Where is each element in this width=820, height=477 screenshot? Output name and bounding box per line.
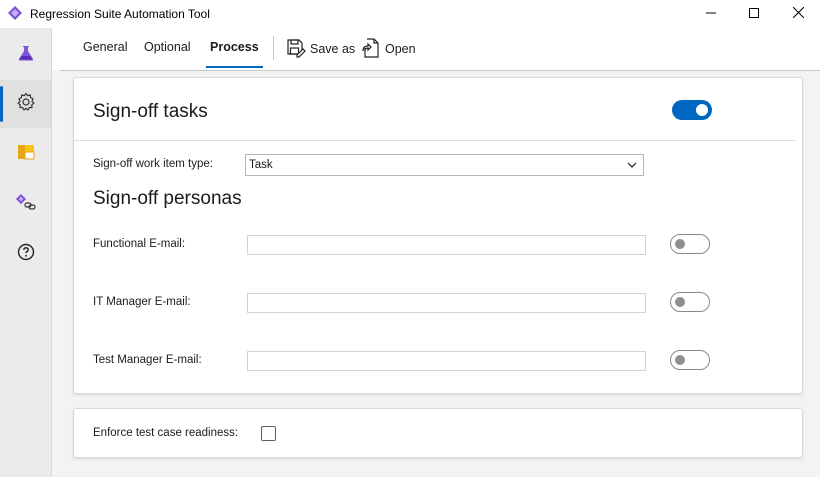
- work-item-type-value: Task: [249, 159, 273, 171]
- readiness-label: Enforce test case readiness:: [93, 427, 239, 439]
- save-as-label: Save as: [310, 42, 356, 56]
- readiness-checkbox[interactable]: [261, 426, 276, 441]
- close-icon: [792, 5, 804, 23]
- work-item-type-select[interactable]: Task: [245, 154, 644, 176]
- sidebar: [0, 28, 52, 477]
- sidebar-item-link[interactable]: [0, 180, 51, 228]
- gear-icon: [16, 92, 36, 117]
- tab-optional[interactable]: Optional: [144, 40, 191, 68]
- chevron-down-icon: [627, 160, 637, 172]
- tab-general[interactable]: General: [83, 40, 127, 68]
- toggle-knob: [675, 297, 685, 307]
- test-manager-email-label: Test Manager E-mail:: [93, 354, 202, 366]
- toggle-knob: [675, 239, 685, 249]
- personas-heading: Sign-off personas: [93, 188, 242, 209]
- functional-email-input[interactable]: [247, 235, 646, 255]
- test-manager-email-toggle[interactable]: [670, 350, 710, 370]
- work-item-type-label: Sign-off work item type:: [93, 158, 213, 170]
- sidebar-item-test[interactable]: [0, 31, 51, 79]
- save-as-button[interactable]: Save as: [286, 37, 355, 61]
- card-divider: [74, 140, 796, 141]
- readiness-card: Enforce test case readiness:: [73, 408, 803, 458]
- it-manager-email-input[interactable]: [247, 293, 646, 313]
- tab-bar-divider: [60, 70, 820, 71]
- open-label: Open: [385, 42, 416, 56]
- help-icon: [17, 243, 35, 266]
- signoff-toggle[interactable]: [672, 100, 712, 120]
- app-logo-icon: [8, 6, 22, 20]
- it-manager-email-toggle[interactable]: [670, 292, 710, 312]
- test-manager-email-input[interactable]: [247, 351, 646, 371]
- signoff-card: Sign-off tasks Sign-off work item type: …: [73, 77, 803, 394]
- maximize-icon: [749, 5, 759, 23]
- functional-email-toggle[interactable]: [670, 234, 710, 254]
- functional-email-label: Functional E-mail:: [93, 238, 186, 250]
- tab-bar: General Optional Process Save as Open: [52, 28, 820, 70]
- minimize-button[interactable]: [688, 0, 734, 28]
- window-title: Regression Suite Automation Tool: [30, 7, 210, 21]
- open-button[interactable]: Open: [361, 37, 416, 61]
- sidebar-item-settings[interactable]: [0, 80, 51, 128]
- sidebar-item-help[interactable]: [0, 230, 51, 278]
- flask-icon: [17, 44, 35, 67]
- open-file-icon: [361, 37, 381, 62]
- close-button[interactable]: [775, 0, 820, 28]
- tab-process[interactable]: Process: [206, 40, 263, 68]
- boards-icon: [16, 142, 36, 167]
- title-bar: Regression Suite Automation Tool: [0, 0, 820, 28]
- toggle-knob: [696, 104, 708, 116]
- toggle-knob: [675, 355, 685, 365]
- save-icon: [286, 38, 306, 61]
- sidebar-item-boards[interactable]: [0, 130, 51, 178]
- toolbar-separator: [273, 36, 274, 60]
- link-icon: [15, 192, 37, 217]
- maximize-button[interactable]: [731, 0, 777, 28]
- minimize-icon: [706, 5, 716, 23]
- it-manager-email-label: IT Manager E-mail:: [93, 296, 191, 308]
- signoff-heading: Sign-off tasks: [93, 101, 208, 122]
